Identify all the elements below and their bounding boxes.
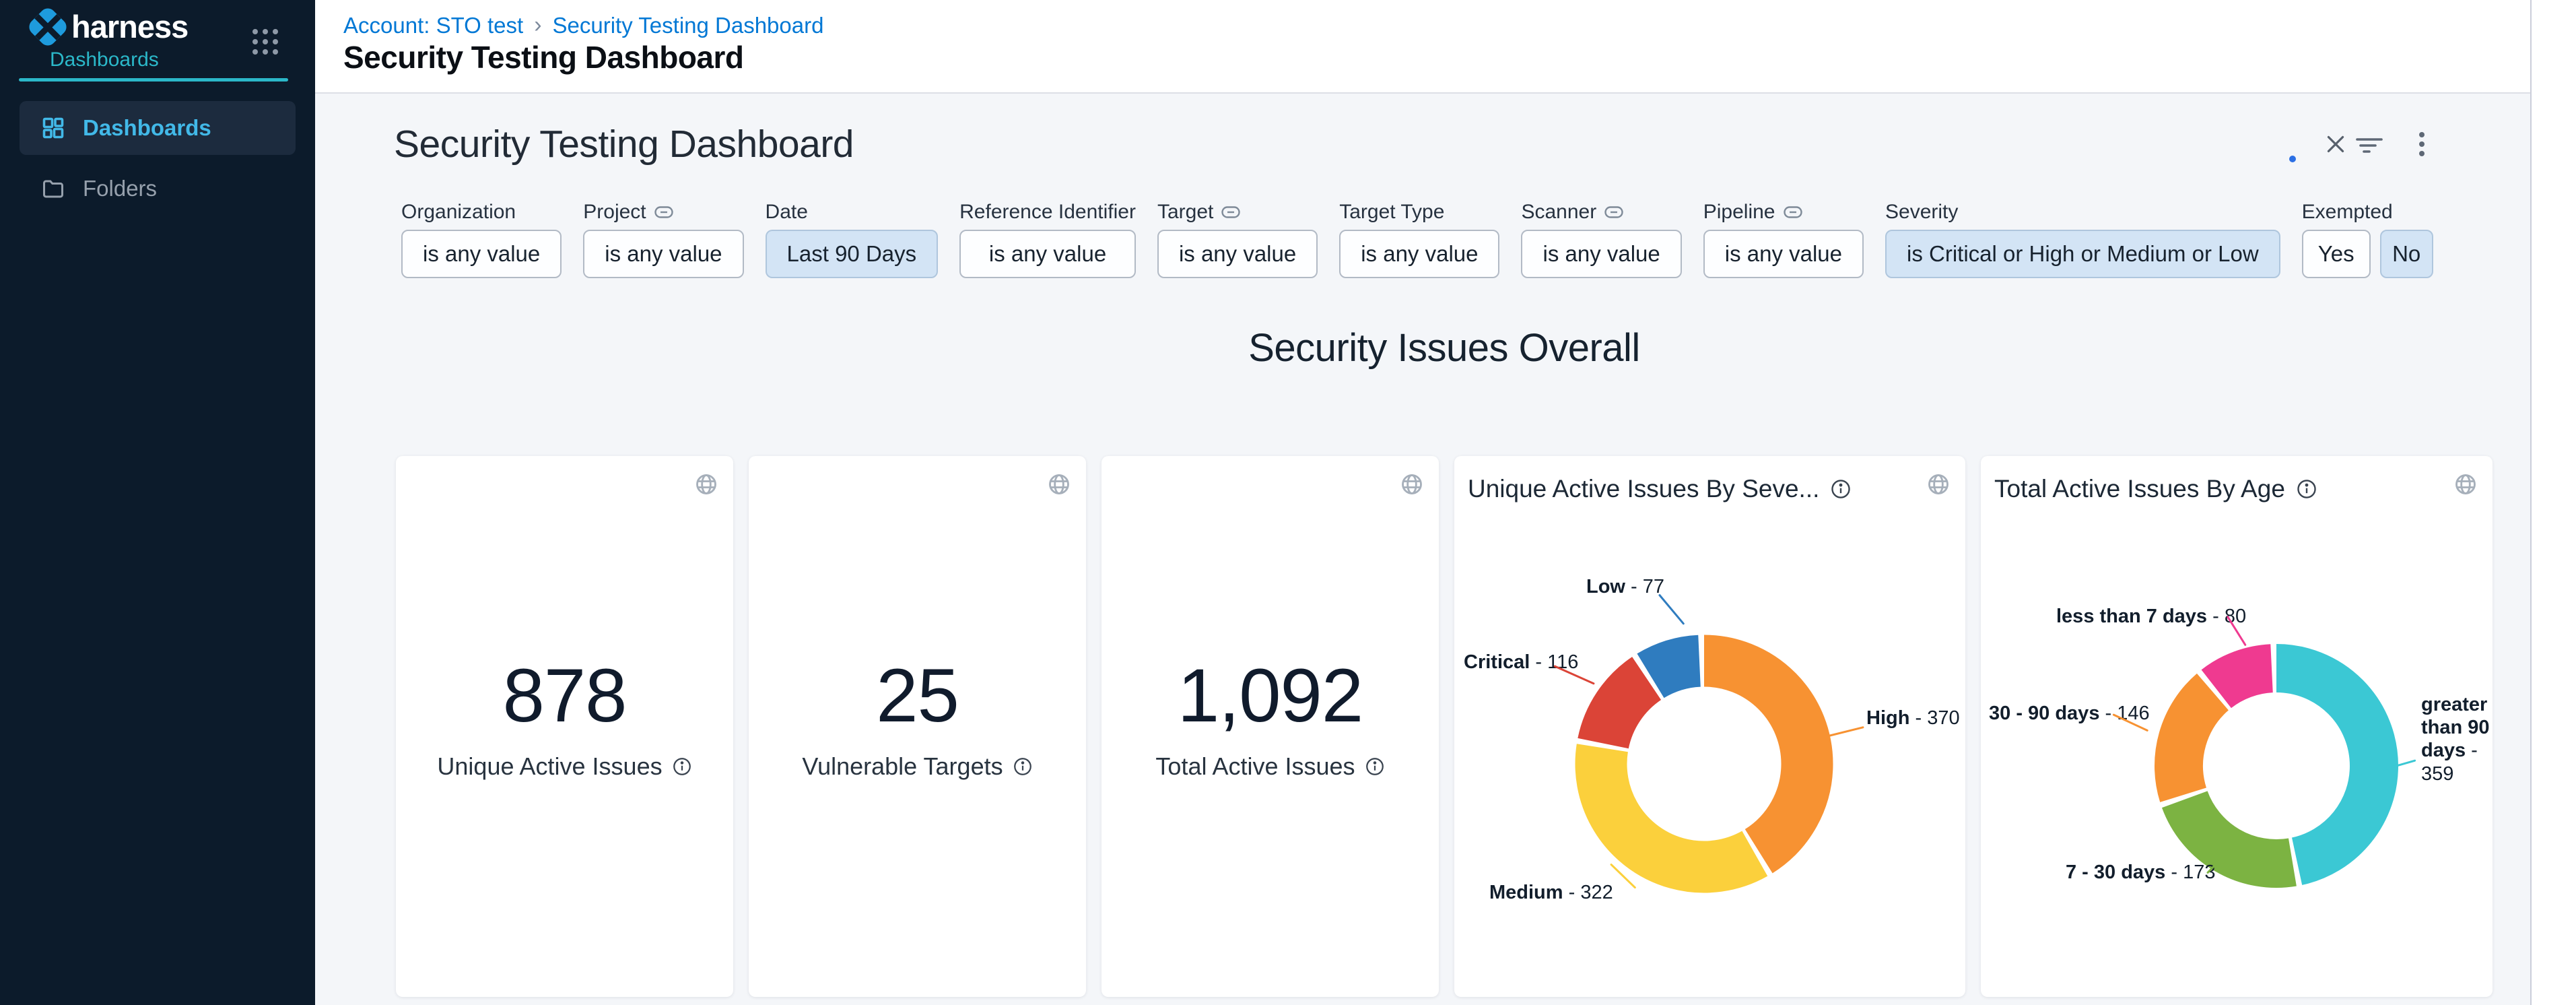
filter-label: Target Type — [1339, 201, 1444, 224]
donut-chart-age[interactable]: greater than 90 days - 3597 - 30 days - … — [1981, 456, 2493, 997]
tile-unique-active-issues: 878 Unique Active Issues — [396, 456, 733, 997]
module-switcher-icon[interactable] — [250, 27, 280, 57]
link-icon — [1221, 206, 1240, 218]
tile-vulnerable-targets: 25 Vulnerable Targets — [749, 456, 1086, 997]
filter-project: Project is any value — [583, 200, 743, 278]
filter-label: Date — [766, 201, 808, 224]
label-connector — [1658, 594, 1685, 625]
dashboard-panel-title: Security Testing Dashboard — [394, 122, 854, 166]
tile-total-active-issues: 1,092 Total Active Issues — [1101, 456, 1439, 997]
info-icon[interactable] — [672, 756, 692, 777]
section-heading: Security Issues Overall — [396, 325, 2493, 370]
sidebar-nav: Dashboards Folders — [0, 101, 315, 222]
stat-value: 25 — [876, 658, 959, 734]
stat-label-row: Vulnerable Targets — [802, 752, 1032, 781]
dashboards-grid-icon — [41, 116, 65, 140]
stat-value: 1,092 — [1178, 658, 1363, 734]
filter-value-chip[interactable]: is any value — [1703, 230, 1864, 278]
cursor-artifact — [2289, 156, 2296, 162]
accent-divider — [19, 78, 288, 82]
dashboard-content: Security Testing Dashboard Organization … — [315, 92, 2530, 1005]
donut-segment-label: Low - 77 — [1586, 576, 1664, 598]
link-icon — [1784, 206, 1802, 218]
globe-icon[interactable] — [1400, 472, 1424, 496]
filter-scanner: Scanner is any value — [1521, 200, 1681, 278]
filter-date: Date Last 90 Days — [766, 200, 939, 278]
filter-reference-identifier: Reference Identifier is any value — [959, 200, 1136, 278]
filter-target: Target is any value — [1157, 200, 1318, 278]
filter-target-type: Target Type is any value — [1339, 200, 1499, 278]
close-icon[interactable] — [2323, 131, 2348, 157]
sidebar-item-label: Dashboards — [83, 115, 211, 141]
sidebar-item-dashboards[interactable]: Dashboards — [20, 101, 296, 155]
stat-label-row: Total Active Issues — [1155, 752, 1384, 781]
filter-label: Target — [1157, 201, 1213, 224]
donut-chart-svg — [1569, 629, 1839, 899]
stat-label: Vulnerable Targets — [802, 752, 1003, 781]
tile-unique-active-issues-by-severity: Unique Active Issues By Seve... High - 3… — [1454, 456, 1965, 997]
harness-security-dashboard-page: harness Dashboards — [0, 0, 2576, 1005]
info-icon[interactable] — [1013, 756, 1033, 777]
breadcrumb-chevron: › — [534, 12, 541, 38]
page-title: Security Testing Dashboard — [343, 39, 744, 75]
filter-label: Reference Identifier — [959, 201, 1136, 224]
filter-label: Severity — [1885, 201, 1958, 224]
module-name: Dashboards — [50, 48, 159, 71]
filter-bar: Organization is any value Project is any… — [401, 200, 2433, 278]
stat-value: 878 — [503, 658, 627, 734]
globe-icon[interactable] — [1047, 472, 1071, 496]
donut-segment-label: 7 - 30 days - 173 — [2066, 862, 2216, 884]
donut-segment-label: Medium - 322 — [1489, 882, 1613, 904]
breadcrumb: Account: STO test › Security Testing Das… — [343, 12, 823, 38]
filter-value-chip[interactable]: is any value — [959, 230, 1136, 278]
filter-icon[interactable] — [2355, 137, 2383, 156]
filter-label: Pipeline — [1703, 201, 1775, 224]
filter-label: Project — [583, 201, 646, 224]
breadcrumb-account-link[interactable]: Account: STO test — [343, 13, 523, 38]
donut-segment-label: greater than 90 days - 359 — [2421, 693, 2499, 785]
brand[interactable]: harness — [32, 11, 188, 42]
donut-segment-label: High - 370 — [1866, 707, 1960, 730]
stat-label-row: Unique Active Issues — [437, 752, 691, 781]
info-icon[interactable] — [1365, 756, 1385, 777]
tile-total-active-issues-by-age: Total Active Issues By Age greater than … — [1981, 456, 2493, 997]
breadcrumb-page-link[interactable]: Security Testing Dashboard — [553, 13, 824, 38]
sidebar-item-label: Folders — [83, 176, 157, 201]
right-gutter — [2530, 0, 2576, 1005]
donut-segment-label: less than 7 days - 80 — [2056, 606, 2246, 628]
filter-value-chip[interactable]: is any value — [583, 230, 743, 278]
filter-label: Scanner — [1521, 201, 1596, 224]
brand-name: harness — [71, 11, 188, 42]
sidebar: harness Dashboards — [0, 0, 315, 1005]
link-icon — [1604, 206, 1623, 218]
top-bar: Account: STO test › Security Testing Das… — [315, 0, 2576, 92]
kebab-menu-icon[interactable] — [2418, 131, 2425, 157]
filter-label: Exempted — [2302, 201, 2393, 224]
tiles-row: 878 Unique Active Issues — [396, 456, 2493, 997]
donut-chart-svg — [2142, 631, 2411, 901]
exempted-yes-button[interactable]: Yes — [2302, 230, 2371, 278]
filter-pipeline: Pipeline is any value — [1703, 200, 1864, 278]
filter-exempted: Exempted Yes No — [2302, 200, 2433, 278]
folder-icon — [41, 176, 65, 201]
filter-value-chip[interactable]: is any value — [1339, 230, 1499, 278]
stat-label: Total Active Issues — [1155, 752, 1355, 781]
filter-value-chip[interactable]: is any value — [1157, 230, 1318, 278]
stat-label: Unique Active Issues — [437, 752, 662, 781]
sidebar-item-folders[interactable]: Folders — [20, 162, 296, 216]
filter-value-chip[interactable]: Last 90 Days — [766, 230, 939, 278]
filter-label: Organization — [401, 201, 516, 224]
link-icon — [654, 206, 673, 218]
filter-value-chip[interactable]: is Critical or High or Medium or Low — [1885, 230, 2280, 278]
filter-value-chip[interactable]: is any value — [1521, 230, 1681, 278]
filter-value-chip[interactable]: is any value — [401, 230, 562, 278]
filter-severity: Severity is Critical or High or Medium o… — [1885, 200, 2280, 278]
exempted-no-button[interactable]: No — [2380, 230, 2433, 278]
harness-logo-icon — [26, 5, 69, 48]
globe-icon[interactable] — [694, 472, 718, 496]
donut-chart-severity[interactable]: High - 370Medium - 322Critical - 116Low … — [1454, 456, 1965, 997]
filter-organization: Organization is any value — [401, 200, 562, 278]
